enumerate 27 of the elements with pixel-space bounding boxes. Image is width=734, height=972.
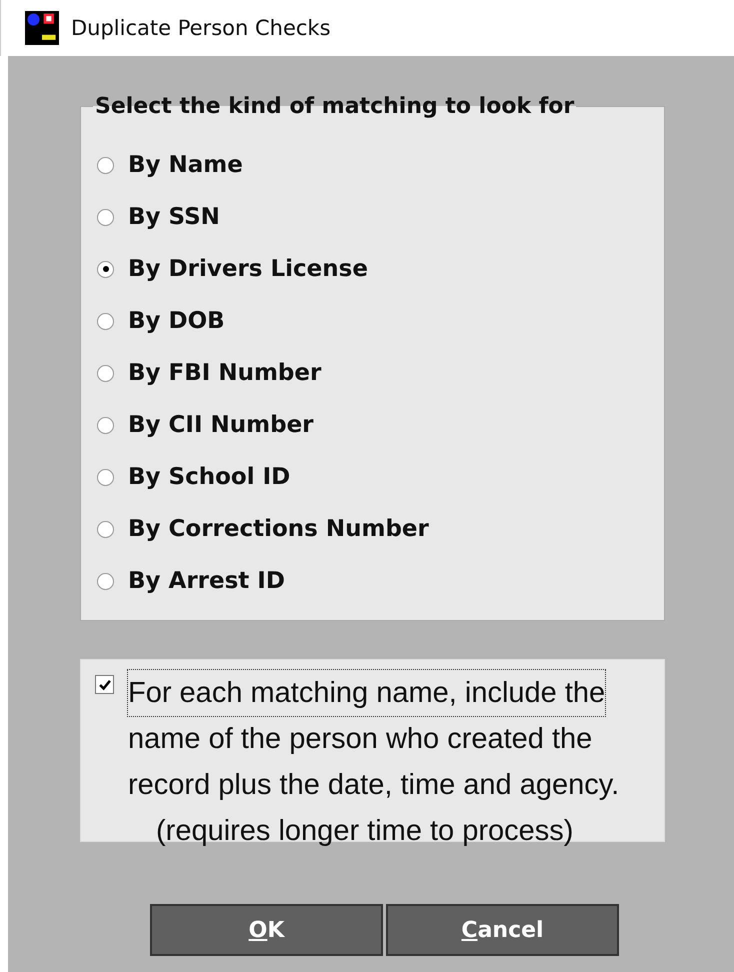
radio-button[interactable] — [97, 572, 114, 590]
checkbox-label[interactable]: For each matching name, include the name of the person who created the record plus the date, time and agency. — [128, 670, 620, 808]
option-label[interactable]: By School ID — [128, 464, 290, 490]
radio-button[interactable] — [97, 520, 114, 538]
radio-button[interactable] — [97, 260, 114, 278]
radio-button[interactable] — [97, 416, 114, 434]
option-label[interactable]: By FBI Number — [128, 360, 322, 386]
option-label[interactable]: By CII Number — [128, 412, 314, 438]
option-label[interactable]: By Arrest ID — [128, 568, 285, 594]
option-label[interactable]: By Name — [128, 152, 243, 178]
app-icon — [25, 11, 59, 45]
radio-button[interactable] — [97, 364, 114, 382]
radio-button[interactable] — [97, 468, 114, 486]
dialog-button[interactable]: Cancel — [386, 904, 619, 956]
radio-button[interactable] — [97, 312, 114, 330]
option-label[interactable]: By Corrections Number — [128, 516, 429, 542]
option-label[interactable]: By Drivers License — [128, 256, 368, 282]
option-label[interactable]: By DOB — [128, 308, 225, 334]
note-text: (requires longer time to process) — [155, 814, 574, 849]
option-label[interactable]: By SSN — [128, 204, 220, 230]
dialog-button[interactable]: OK — [150, 904, 383, 956]
checkmark-icon — [98, 678, 112, 692]
radio-button[interactable] — [97, 156, 114, 174]
radio-button[interactable] — [97, 208, 114, 226]
group-legend: Select the kind of matching to look for — [93, 94, 576, 119]
checkbox[interactable] — [95, 675, 114, 694]
window-title: Duplicate Person Checks — [71, 16, 331, 40]
